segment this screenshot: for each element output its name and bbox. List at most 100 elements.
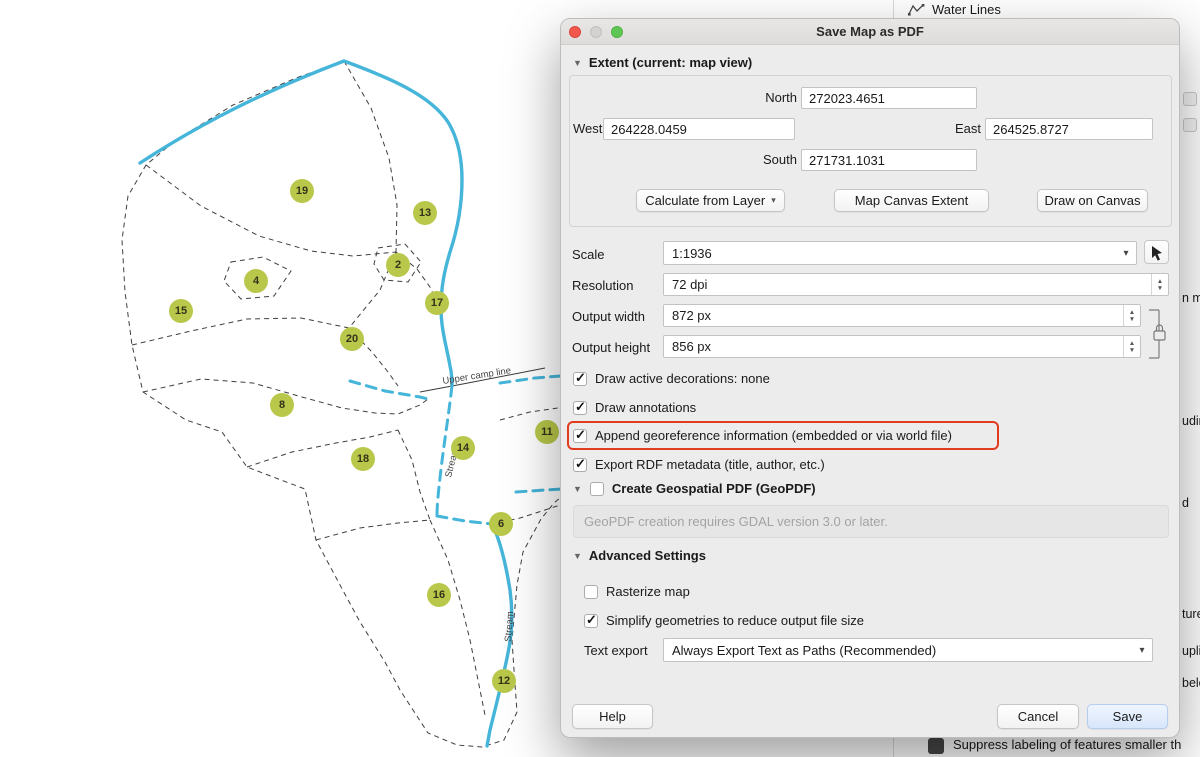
clipped-text-fragment: d bbox=[1182, 496, 1189, 510]
collapse-triangle-icon[interactable]: ▼ bbox=[573, 484, 582, 494]
text-export-combobox[interactable]: Always Export Text as Paths (Recommended… bbox=[663, 638, 1153, 662]
stepper-arrows-icon[interactable]: ▲▼ bbox=[1123, 305, 1140, 326]
north-label: North bbox=[757, 90, 797, 105]
map-canvas-extent-button[interactable]: Map Canvas Extent bbox=[834, 189, 989, 212]
draw-annotations-checkbox[interactable] bbox=[573, 401, 587, 415]
south-input[interactable]: 271731.1031 bbox=[801, 149, 977, 171]
output-width-spinbox[interactable]: 872 px ▲▼ bbox=[663, 304, 1141, 327]
chevron-down-icon: ▾ bbox=[771, 195, 776, 206]
cancel-label: Cancel bbox=[1018, 709, 1058, 724]
clipped-text-fragment: udin bbox=[1182, 414, 1200, 428]
clipped-text-fragment: bele bbox=[1182, 676, 1200, 690]
append-georeference-label: Append georeference information (embedde… bbox=[595, 428, 952, 443]
geopdf-requirement-note: GeoPDF creation requires GDAL version 3.… bbox=[573, 505, 1169, 538]
draw-annotations-label: Draw annotations bbox=[595, 400, 696, 415]
parcel-boundaries bbox=[122, 61, 561, 747]
resolution-value: 72 dpi bbox=[672, 274, 707, 295]
clipped-text-fragment: ture bbox=[1182, 607, 1200, 621]
export-rdf-checkbox[interactable] bbox=[573, 458, 587, 472]
save-label: Save bbox=[1113, 709, 1143, 724]
calculate-from-layer-button[interactable]: Calculate from Layer ▾ bbox=[636, 189, 785, 212]
extent-header-label: Extent (current: map view) bbox=[589, 55, 752, 70]
simplify-geometries-label: Simplify geometries to reduce output fil… bbox=[606, 613, 864, 628]
export-rdf-row: Export RDF metadata (title, author, etc.… bbox=[573, 457, 825, 472]
west-input[interactable]: 264228.0459 bbox=[603, 118, 795, 140]
extent-section-header[interactable]: ▼ Extent (current: map view) bbox=[573, 55, 752, 70]
layer-label: Water Lines bbox=[932, 2, 1001, 17]
dialog-title: Save Map as PDF bbox=[816, 24, 924, 39]
output-height-value: 856 px bbox=[672, 336, 711, 357]
rasterize-map-checkbox[interactable] bbox=[584, 585, 598, 599]
color-swatch-button[interactable] bbox=[928, 738, 944, 754]
help-button[interactable]: Help bbox=[572, 704, 653, 729]
stepper-arrows-icon[interactable]: ▲▼ bbox=[1123, 336, 1140, 357]
resolution-label: Resolution bbox=[572, 278, 633, 293]
panel-icon[interactable] bbox=[1183, 118, 1197, 132]
close-window-button[interactable] bbox=[569, 26, 581, 38]
lock-aspect-ratio-icon[interactable] bbox=[1145, 307, 1169, 361]
map-marker: 13 bbox=[413, 201, 437, 225]
draw-annotations-row: Draw annotations bbox=[573, 400, 696, 415]
dialog-titlebar[interactable]: Save Map as PDF bbox=[561, 19, 1179, 45]
set-scale-from-canvas-button[interactable] bbox=[1144, 240, 1169, 264]
simplify-geometries-row: Simplify geometries to reduce output fil… bbox=[584, 613, 864, 628]
map-label-stream-2: Stream bbox=[503, 611, 516, 642]
collapse-triangle-icon[interactable]: ▼ bbox=[573, 551, 582, 561]
map-marker: 17 bbox=[425, 291, 449, 315]
draw-on-canvas-label: Draw on Canvas bbox=[1044, 193, 1140, 208]
draw-decorations-checkbox[interactable] bbox=[573, 372, 587, 386]
map-marker: 20 bbox=[340, 327, 364, 351]
map-marker: 6 bbox=[489, 512, 513, 536]
create-geopdf-row: ▼ Create Geospatial PDF (GeoPDF) bbox=[573, 481, 816, 496]
map-marker: 16 bbox=[427, 583, 451, 607]
advanced-settings-label: Advanced Settings bbox=[589, 548, 706, 563]
export-rdf-label: Export RDF metadata (title, author, etc.… bbox=[595, 457, 825, 472]
layer-item-water-lines[interactable]: Water Lines bbox=[894, 0, 1200, 18]
cancel-button[interactable]: Cancel bbox=[997, 704, 1079, 729]
draw-decorations-label: Draw active decorations: none bbox=[595, 371, 770, 386]
zoom-window-button[interactable] bbox=[611, 26, 623, 38]
output-height-spinbox[interactable]: 856 px ▲▼ bbox=[663, 335, 1141, 358]
scale-label: Scale bbox=[572, 247, 605, 262]
south-label: South bbox=[755, 152, 797, 167]
resolution-spinbox[interactable]: 72 dpi ▲▼ bbox=[663, 273, 1169, 296]
save-map-as-pdf-dialog: Save Map as PDF ▼ Extent (current: map v… bbox=[560, 18, 1180, 738]
help-label: Help bbox=[599, 709, 626, 724]
map-marker: 18 bbox=[351, 447, 375, 471]
output-width-value: 872 px bbox=[672, 305, 711, 326]
text-export-value: Always Export Text as Paths (Recommended… bbox=[672, 639, 936, 661]
text-export-label: Text export bbox=[584, 643, 648, 658]
map-canvas-extent-label: Map Canvas Extent bbox=[855, 193, 968, 208]
north-input[interactable]: 272023.4651 bbox=[801, 87, 977, 109]
append-georeference-checkbox[interactable] bbox=[573, 429, 587, 443]
clipped-text-fragment: n m bbox=[1182, 291, 1200, 305]
east-input[interactable]: 264525.8727 bbox=[985, 118, 1153, 140]
stepper-arrows-icon[interactable]: ▲▼ bbox=[1151, 274, 1168, 295]
save-button[interactable]: Save bbox=[1087, 704, 1168, 729]
output-width-label: Output width bbox=[572, 309, 645, 324]
create-geopdf-checkbox[interactable] bbox=[590, 482, 604, 496]
simplify-geometries-checkbox[interactable] bbox=[584, 614, 598, 628]
rasterize-map-row: Rasterize map bbox=[584, 584, 690, 599]
scale-value: 1:1936 bbox=[672, 242, 712, 264]
panel-icon[interactable] bbox=[1183, 92, 1197, 106]
map-marker: 8 bbox=[270, 393, 294, 417]
minimize-window-button[interactable] bbox=[590, 26, 602, 38]
chevron-down-icon: ▾ bbox=[1116, 242, 1136, 264]
advanced-settings-header[interactable]: ▼ Advanced Settings bbox=[573, 548, 706, 563]
map-marker: 19 bbox=[290, 179, 314, 203]
east-label: East bbox=[949, 121, 981, 136]
scale-combobox[interactable]: 1:1936 ▾ bbox=[663, 241, 1137, 265]
collapse-triangle-icon[interactable]: ▼ bbox=[573, 58, 582, 68]
map-marker: 14 bbox=[451, 436, 475, 460]
draw-on-canvas-button[interactable]: Draw on Canvas bbox=[1037, 189, 1148, 212]
map-marker: 11 bbox=[535, 420, 559, 444]
calculate-from-layer-label: Calculate from Layer bbox=[645, 193, 765, 208]
map-marker: 2 bbox=[386, 253, 410, 277]
create-geopdf-label: Create Geospatial PDF (GeoPDF) bbox=[612, 481, 816, 496]
suppress-labeling-label: Suppress labeling of features smaller th bbox=[953, 737, 1181, 752]
line-symbol-icon bbox=[908, 3, 925, 16]
draw-decorations-row: Draw active decorations: none bbox=[573, 371, 770, 386]
west-label: West bbox=[573, 121, 601, 136]
chevron-down-icon: ▾ bbox=[1132, 639, 1152, 661]
